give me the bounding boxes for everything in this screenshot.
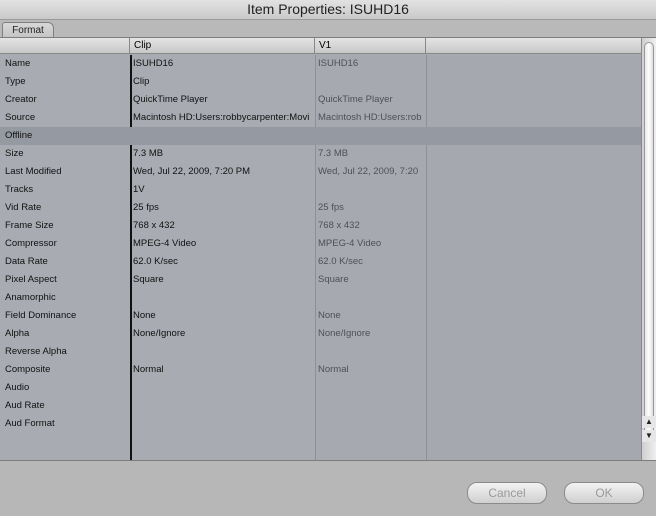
- row-label: Source: [5, 112, 36, 123]
- table-row[interactable]: Audio: [0, 379, 642, 397]
- row-v1-value: [318, 415, 424, 433]
- row-v1-value: [318, 289, 424, 307]
- scroll-up-arrow-icon[interactable]: ▲: [642, 416, 656, 428]
- row-v1-value: None/Ignore: [318, 328, 371, 339]
- row-label: Last Modified: [5, 166, 62, 177]
- row-v1-value: Normal: [318, 364, 349, 375]
- row-v1-value: 7.3 MB: [318, 148, 349, 159]
- row-label: Vid Rate: [5, 202, 42, 213]
- table-row[interactable]: Pixel Aspect Square Square: [0, 271, 642, 289]
- column-header-property: [0, 38, 130, 54]
- row-clip-value: None: [133, 310, 156, 321]
- table-row[interactable]: Tracks 1V: [0, 181, 642, 199]
- row-clip-value: 62.0 K/sec: [133, 256, 178, 267]
- row-clip-value: [133, 343, 314, 361]
- row-v1-value: Macintosh HD:Users:rob: [318, 112, 422, 123]
- table-row[interactable]: Vid Rate 25 fps 25 fps: [0, 199, 642, 217]
- row-label: Frame Size: [5, 220, 54, 231]
- table-row[interactable]: Type Clip: [0, 73, 642, 91]
- row-label: Reverse Alpha: [5, 346, 67, 357]
- scrollbar-thumb[interactable]: [644, 42, 654, 438]
- row-clip-value: Macintosh HD:Users:robbycarpenter:Movi: [133, 112, 310, 123]
- tab-bar: Format: [0, 20, 656, 39]
- table-row[interactable]: Aud Format: [0, 415, 642, 433]
- row-v1-value: ISUHD16: [318, 58, 359, 69]
- column-header-empty: [426, 38, 642, 54]
- table-row[interactable]: Creator QuickTime Player QuickTime Player: [0, 91, 642, 109]
- row-label: Anamorphic: [5, 292, 56, 303]
- table-row[interactable]: Anamorphic: [0, 289, 642, 307]
- table-row[interactable]: Compressor MPEG-4 Video MPEG-4 Video: [0, 235, 642, 253]
- row-clip-value: None/Ignore: [133, 328, 186, 339]
- row-clip-value: [133, 415, 314, 433]
- row-clip-value: MPEG-4 Video: [133, 238, 197, 249]
- row-v1-value: [318, 73, 424, 91]
- row-clip-value: [133, 289, 314, 307]
- row-label: Offline: [5, 130, 33, 141]
- row-label: Aud Rate: [5, 400, 45, 411]
- table-row[interactable]: Data Rate 62.0 K/sec 62.0 K/sec: [0, 253, 642, 271]
- table-row[interactable]: Composite Normal Normal: [0, 361, 642, 379]
- column-header-v1[interactable]: V1: [315, 38, 426, 54]
- table-row[interactable]: Last Modified Wed, Jul 22, 2009, 7:20 PM W…: [0, 163, 642, 181]
- row-clip-value: Wed, Jul 22, 2009, 7:20 PM: [133, 166, 251, 177]
- row-v1-value: [318, 181, 424, 199]
- table-row[interactable]: Name ISUHD16 ISUHD16: [0, 55, 642, 73]
- table-row[interactable]: Field Dominance None None: [0, 307, 642, 325]
- row-clip-value: QuickTime Player: [133, 94, 208, 105]
- row-label: Composite: [5, 364, 51, 375]
- row-label: Field Dominance: [5, 310, 77, 321]
- row-label: Compressor: [5, 238, 57, 249]
- row-v1-value: MPEG-4 Video: [318, 238, 382, 249]
- row-v1-value: [318, 379, 424, 397]
- row-label: Creator: [5, 94, 37, 105]
- column-header-clip[interactable]: Clip: [130, 38, 315, 54]
- row-v1-value: [318, 343, 424, 361]
- row-label: Name: [5, 58, 31, 69]
- row-clip-value: 25 fps: [133, 202, 159, 213]
- row-clip-value: ISUHD16: [133, 58, 174, 69]
- properties-table: Clip V1 Name ISUHD16 ISUHD16 Type Clip Creato…: [0, 37, 656, 461]
- row-clip-value: 1V: [133, 184, 145, 195]
- row-label: Alpha: [5, 328, 30, 339]
- row-v1-value: QuickTime Player: [318, 94, 393, 105]
- row-label: Type: [5, 76, 26, 87]
- row-v1-value: 768 x 432: [318, 220, 360, 231]
- row-label: Data Rate: [5, 256, 48, 267]
- row-v1-value: [318, 127, 424, 145]
- ok-button[interactable]: OK: [564, 482, 644, 504]
- row-clip-value: 7.3 MB: [133, 148, 164, 159]
- table-row[interactable]: Size 7.3 MB 7.3 MB: [0, 145, 642, 163]
- window-title: Item Properties: ISUHD16: [0, 0, 656, 20]
- table-row[interactable]: Source Macintosh HD:Users:robbycarpenter:…: [0, 109, 642, 127]
- row-clip-value: Clip: [133, 76, 150, 87]
- row-clip-value: [133, 127, 314, 145]
- row-label: Tracks: [5, 184, 34, 195]
- row-clip-value: [133, 397, 314, 415]
- row-v1-value: 25 fps: [318, 202, 344, 213]
- vertical-scrollbar[interactable]: ▲ ▼: [641, 38, 656, 460]
- table-row[interactable]: Frame Size 768 x 432 768 x 432: [0, 217, 642, 235]
- row-v1-value: [318, 397, 424, 415]
- row-v1-value: Wed, Jul 22, 2009, 7:20: [318, 166, 419, 177]
- row-label: Audio: [5, 382, 30, 393]
- row-label: Aud Format: [5, 418, 55, 429]
- table-row[interactable]: Alpha None/Ignore None/Ignore: [0, 325, 642, 343]
- table-row[interactable]: Reverse Alpha: [0, 343, 642, 361]
- row-clip-value: Normal: [133, 364, 164, 375]
- row-v1-value: 62.0 K/sec: [318, 256, 363, 267]
- row-v1-value: None: [318, 310, 341, 321]
- row-v1-value: Square: [318, 274, 349, 285]
- table-row[interactable]: Aud Rate: [0, 397, 642, 415]
- cancel-button[interactable]: Cancel: [467, 482, 547, 504]
- row-label: Pixel Aspect: [5, 274, 57, 285]
- scroll-down-arrow-icon[interactable]: ▼: [642, 430, 656, 442]
- table-row[interactable]: Offline: [0, 127, 642, 145]
- row-clip-value: [133, 379, 314, 397]
- row-clip-value: 768 x 432: [133, 220, 175, 231]
- row-clip-value: Square: [133, 274, 164, 285]
- row-label: Size: [5, 148, 24, 159]
